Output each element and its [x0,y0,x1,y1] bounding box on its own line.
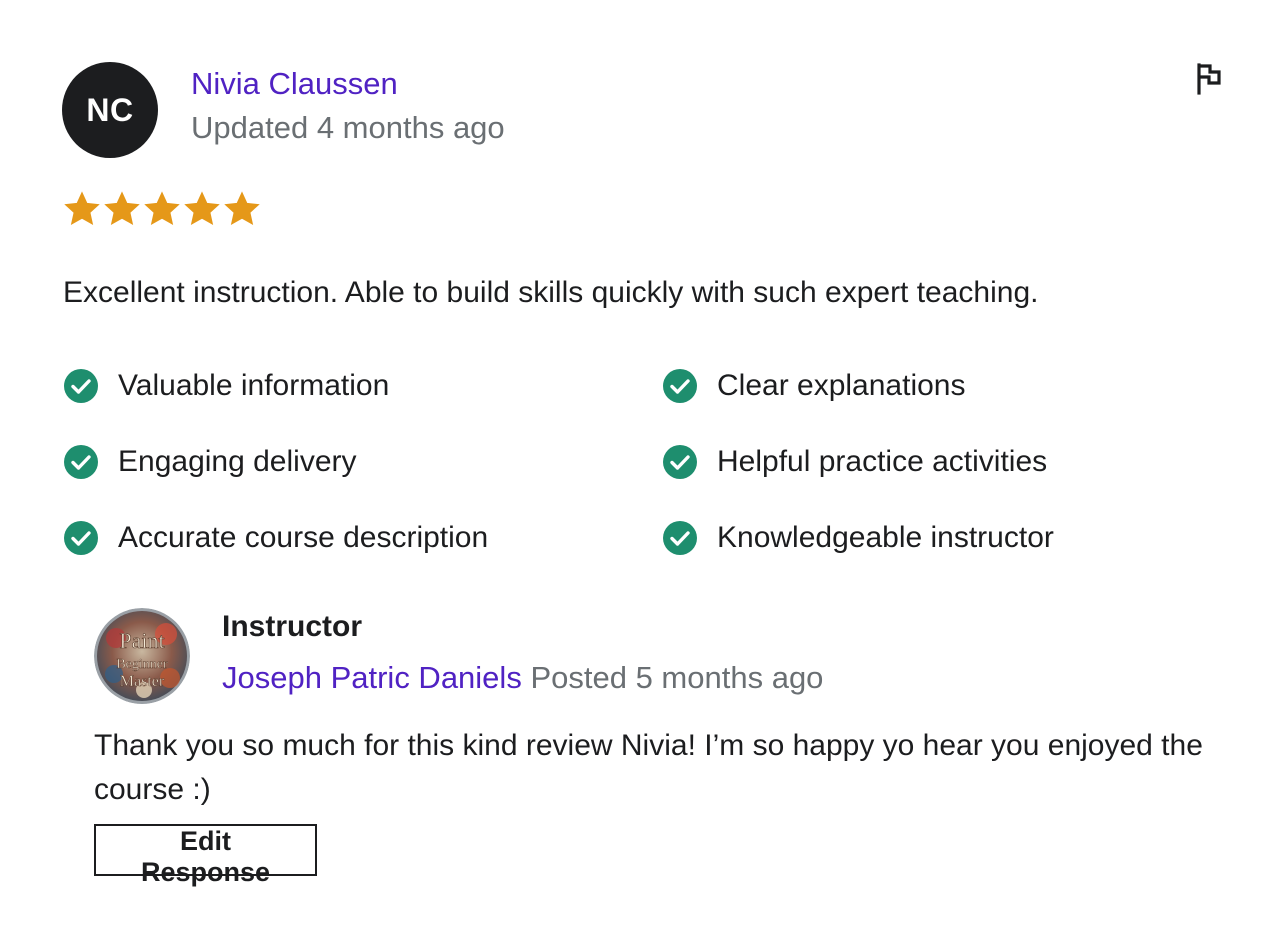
check-circle-icon [64,369,98,403]
star-rating [63,189,261,229]
instructor-role-label: Instructor [222,610,363,643]
response-text: Thank you so much for this kind review N… [94,729,1203,806]
review-card: NC Nivia Claussen Updated 4 months ago E… [0,0,1288,940]
quality-item: Clear explanations [662,366,1243,406]
avatar-text-paint: Paint [119,628,164,653]
quality-label: Helpful practice activities [717,445,1048,478]
check-circle-icon [663,445,697,479]
check-circle-icon [663,369,697,403]
quality-item: Knowledgeable instructor [662,518,1243,558]
quality-item: Valuable information [63,366,662,406]
check-circle-icon [663,521,697,555]
avatar-text-master: Master [120,673,165,690]
star-icon [224,191,260,225]
report-flag-button[interactable] [1192,62,1226,96]
quality-label: Clear explanations [717,369,966,402]
instructor-avatar-image: Paint Beginner Master [94,608,190,704]
instructor-meta: Joseph Patric Daniels Posted 5 months ag… [222,660,823,696]
star-icon [144,191,180,225]
review-updated-date: Updated 4 months ago [191,110,505,145]
review-text: Excellent instruction. Able to build ski… [63,276,1039,309]
star-icon [104,191,140,225]
flag-icon [1197,63,1221,95]
instructor-name[interactable]: Joseph Patric Daniels [222,660,522,695]
quality-label: Valuable information [118,369,390,402]
quality-label: Knowledgeable instructor [717,521,1054,554]
reviewer-name[interactable]: Nivia Claussen [191,66,398,102]
avatar-text-beginner: Beginner [116,657,168,672]
star-icon [64,191,100,225]
quality-item: Helpful practice activities [662,442,1243,482]
avatar-initials: NC [86,91,134,128]
quality-label: Engaging delivery [118,445,357,478]
response-posted-date: Posted 5 months ago [530,660,824,695]
review-qualities: Valuable information Clear explanations … [63,366,1243,558]
check-circle-icon [64,521,98,555]
edit-response-button[interactable]: Edit Response [94,824,317,887]
quality-label: Accurate course description [118,521,489,554]
star-icon [184,191,220,225]
check-circle-icon [64,445,98,479]
instructor-avatar[interactable]: Paint Beginner Master [94,608,190,704]
quality-item: Engaging delivery [63,442,662,482]
quality-item: Accurate course description [63,518,662,558]
reviewer-avatar: NC [62,62,158,158]
